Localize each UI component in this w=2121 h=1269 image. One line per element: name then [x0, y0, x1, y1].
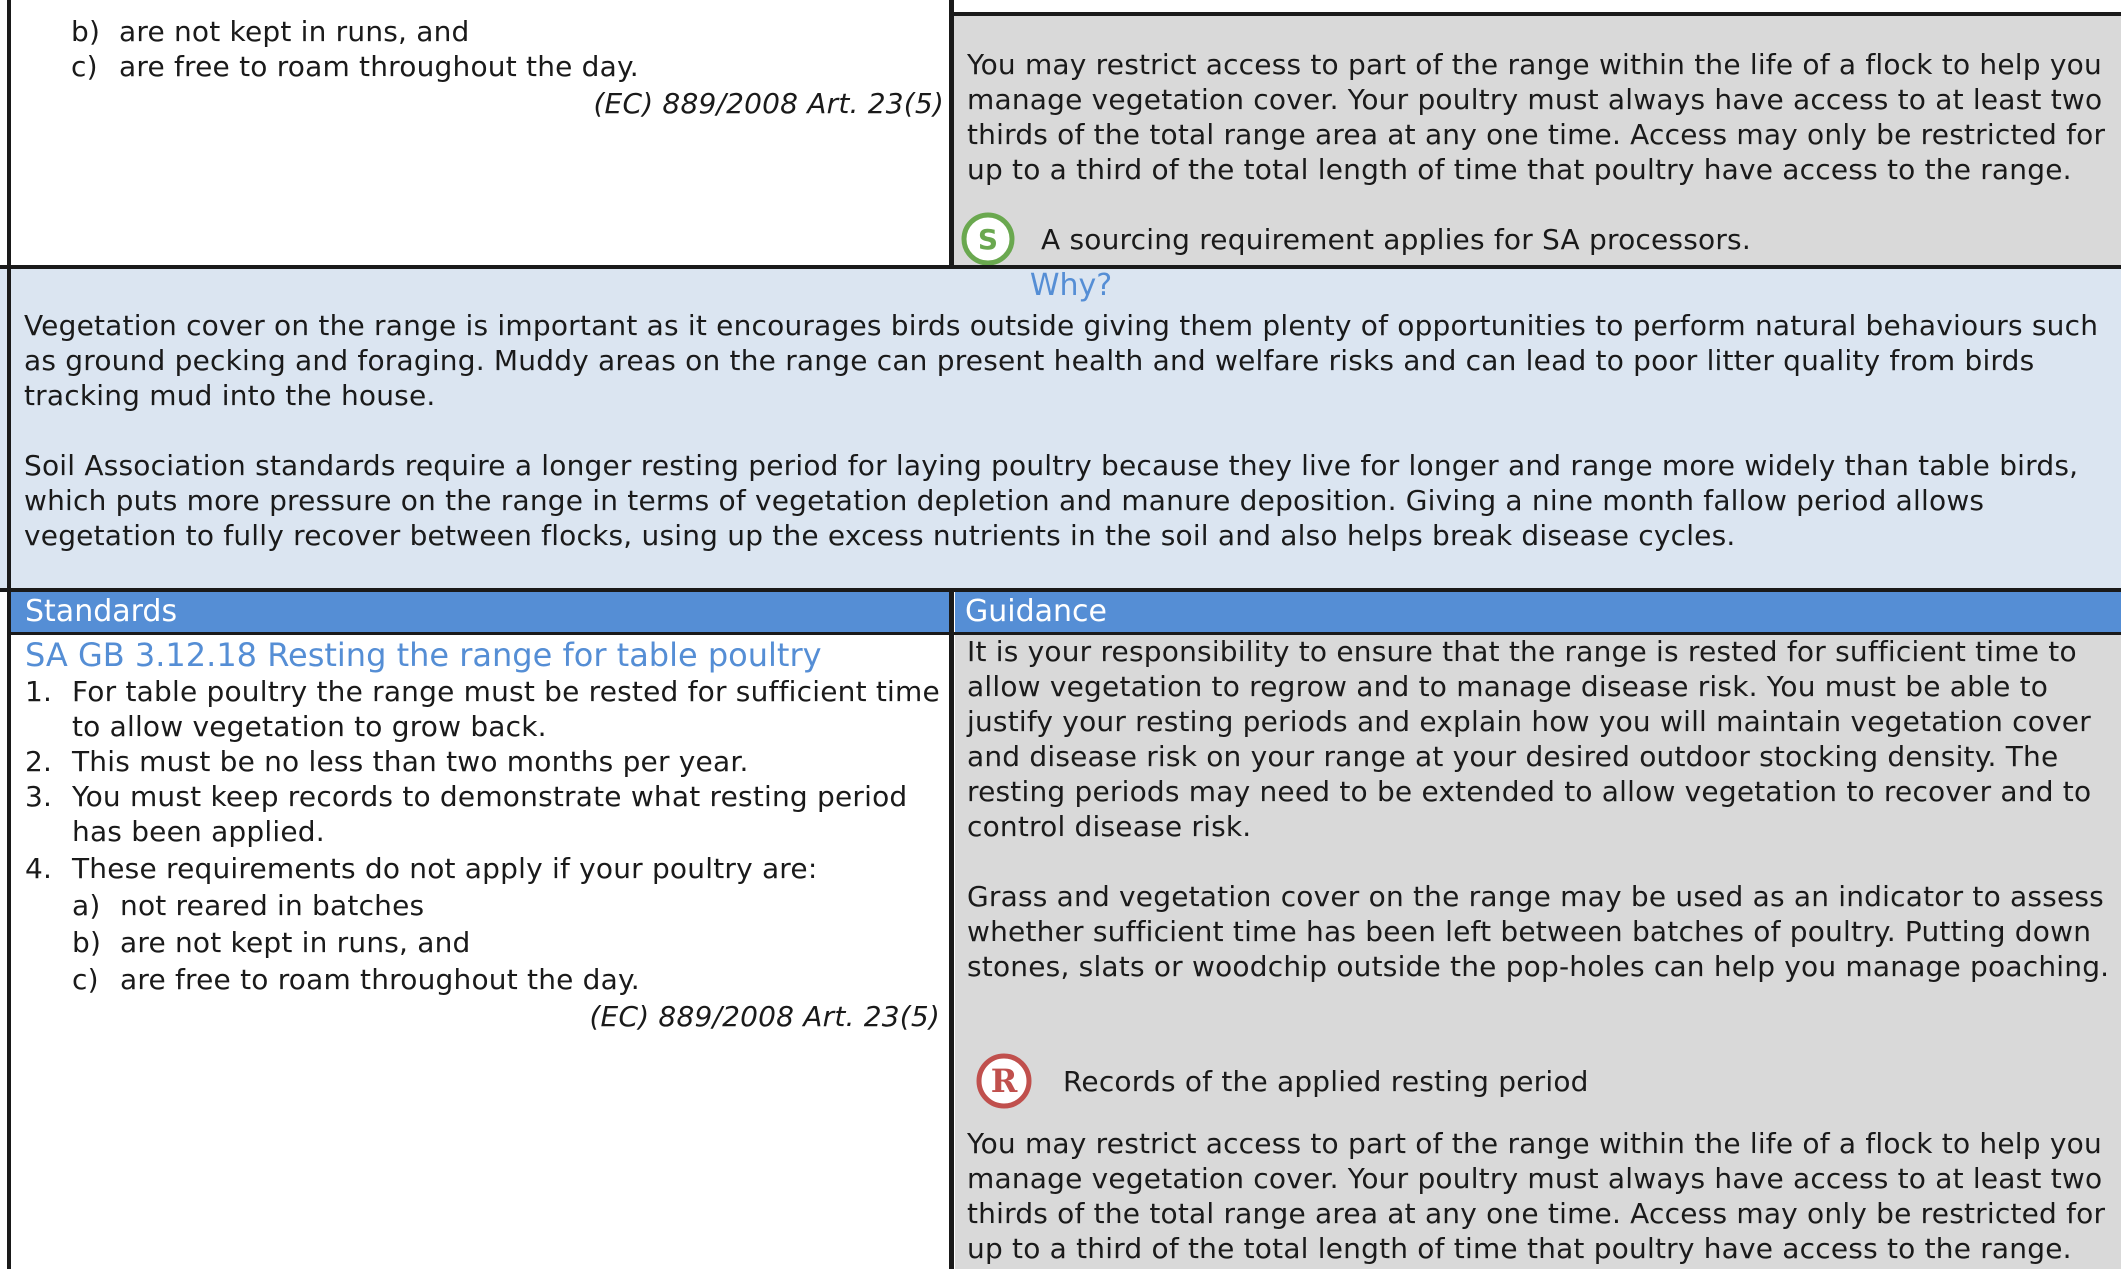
guidance-header: Guidance — [955, 592, 2121, 632]
list-marker: c) — [71, 50, 98, 83]
list-marker: 1. — [25, 675, 53, 708]
guidance-cell: It is your responsibility to ensure that… — [955, 634, 2121, 1269]
sourcing-note: S A sourcing requirement applies for SA … — [961, 212, 2061, 266]
svg-text:R: R — [991, 1062, 1018, 1100]
list-item: 1. For table poultry the range must be r… — [25, 674, 940, 744]
why-section: Why? Vegetation cover on the range is im… — [0, 269, 2121, 591]
list-subitem: b) are not kept in runs, and — [25, 925, 940, 960]
list-marker: c) — [72, 963, 99, 996]
why-heading: Why? — [1029, 268, 1113, 303]
list-subitem: a) not reared in batches — [25, 888, 940, 923]
why-paragraph: Soil Association standards require a lon… — [24, 449, 2079, 552]
records-note: R Records of the applied resting period — [975, 1052, 2075, 1110]
list-item: 4. These requirements do not apply if yo… — [25, 851, 940, 886]
divider — [7, 592, 11, 1269]
svg-text:S: S — [978, 223, 998, 256]
guidance-paragraph: Grass and vegetation cover on the range … — [967, 880, 2110, 983]
divider — [953, 12, 2121, 16]
sourcing-text: A sourcing requirement applies for SA pr… — [1041, 222, 1751, 256]
list-subitem: c) are free to roam throughout the day. — [25, 962, 940, 997]
list-text: These requirements do not apply if your … — [72, 852, 818, 885]
list-marker: 2. — [25, 745, 53, 778]
citation: (EC) 889/2008 Art. 23(5) — [593, 87, 944, 120]
list-item: 2. This must be no less than two months … — [25, 744, 940, 779]
records-r-icon: R — [976, 1053, 1032, 1109]
list-marker: 3. — [25, 780, 53, 813]
list-text: are free to roam throughout the day. — [120, 963, 640, 996]
top-standard-cell: b) are not kept in runs, and c) are free… — [0, 0, 953, 268]
divider — [11, 632, 2121, 635]
list-text: You must keep records to demonstrate wha… — [72, 780, 908, 848]
why-paragraph: Vegetation cover on the range is importa… — [24, 309, 2099, 412]
standard-title[interactable]: SA GB 3.12.18 Resting the range for tabl… — [25, 636, 945, 674]
sourcing-s-icon: S — [961, 212, 1015, 266]
citation: (EC) 889/2008 Art. 23(5) — [589, 1000, 940, 1033]
list-marker: b) — [71, 15, 101, 48]
list-marker: 4. — [25, 852, 53, 885]
list-text: are not kept in runs, and — [120, 926, 471, 959]
guidance-paragraph: It is your responsibility to ensure that… — [967, 635, 2092, 843]
list-item: c) are free to roam throughout the day. — [24, 49, 944, 84]
list-text: This must be no less than two months per… — [72, 745, 749, 778]
divider — [7, 269, 11, 591]
standard-cell: SA GB 3.12.18 Resting the range for tabl… — [11, 634, 949, 1269]
list-text: are free to roam throughout the day. — [119, 50, 639, 83]
list-text: For table poultry the range must be rest… — [72, 675, 940, 743]
guidance-text: You may restrict access to part of the r… — [967, 48, 2106, 186]
list-marker: b) — [72, 926, 102, 959]
list-marker: a) — [72, 889, 101, 922]
guidance-paragraph: You may restrict access to part of the r… — [967, 1127, 2106, 1265]
top-guidance-cell: You may restrict access to part of the r… — [953, 12, 2121, 268]
standards-header: Standards — [11, 592, 951, 632]
list-item: 3. You must keep records to demonstrate … — [25, 779, 940, 849]
list-text: are not kept in runs, and — [119, 15, 470, 48]
list-text: not reared in batches — [120, 889, 425, 922]
list-item: b) are not kept in runs, and — [24, 14, 944, 49]
records-text: Records of the applied resting period — [1063, 1064, 1589, 1098]
divider — [949, 592, 954, 1269]
divider — [7, 0, 11, 268]
divider — [949, 0, 954, 268]
